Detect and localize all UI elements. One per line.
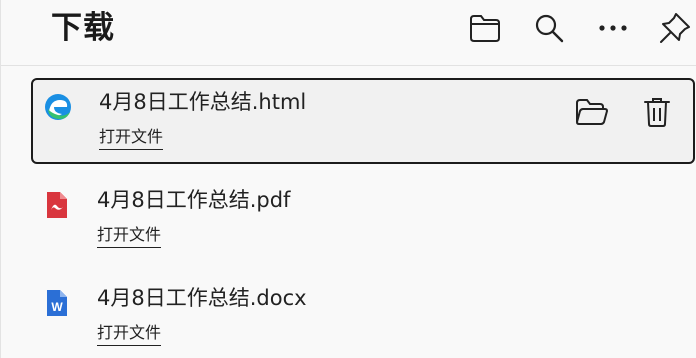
download-item[interactable]: W 4月8日工作总结.docx 打开文件 [31,276,695,358]
file-name: 4月8日工作总结.docx [97,286,307,310]
pin-icon [660,13,690,43]
more-icon [599,25,627,31]
downloads-header: 下载 [1,0,696,66]
search-downloads-button[interactable] [529,8,569,48]
open-downloads-folder-button[interactable] [465,8,505,48]
svg-text:W: W [51,300,63,314]
edge-browser-icon [45,94,71,120]
delete-button[interactable] [637,92,677,132]
open-file-link[interactable]: 打开文件 [97,224,162,248]
download-item[interactable]: 4月8日工作总结.html 打开文件 [31,78,695,164]
word-icon: W [47,290,67,316]
downloads-panel: 下载 4月8日工作总结.html 打开文件 4月8日工作总结.pdf 打开文件 … [0,0,696,358]
file-name: 4月8日工作总结.html [99,90,307,114]
folder-icon [470,15,500,42]
pin-panel-button[interactable] [655,8,695,48]
open-file-link[interactable]: 打开文件 [97,322,162,346]
show-in-folder-button[interactable] [571,92,611,132]
folder-icon [576,99,608,125]
panel-title: 下载 [51,10,115,46]
file-name: 4月8日工作总结.pdf [97,188,291,212]
pdf-icon [47,192,67,218]
more-options-button[interactable] [593,8,633,48]
search-icon [535,14,564,43]
download-item[interactable]: 4月8日工作总结.pdf 打开文件 [31,178,695,264]
open-file-link[interactable]: 打开文件 [99,126,164,150]
trash-icon [644,98,670,127]
